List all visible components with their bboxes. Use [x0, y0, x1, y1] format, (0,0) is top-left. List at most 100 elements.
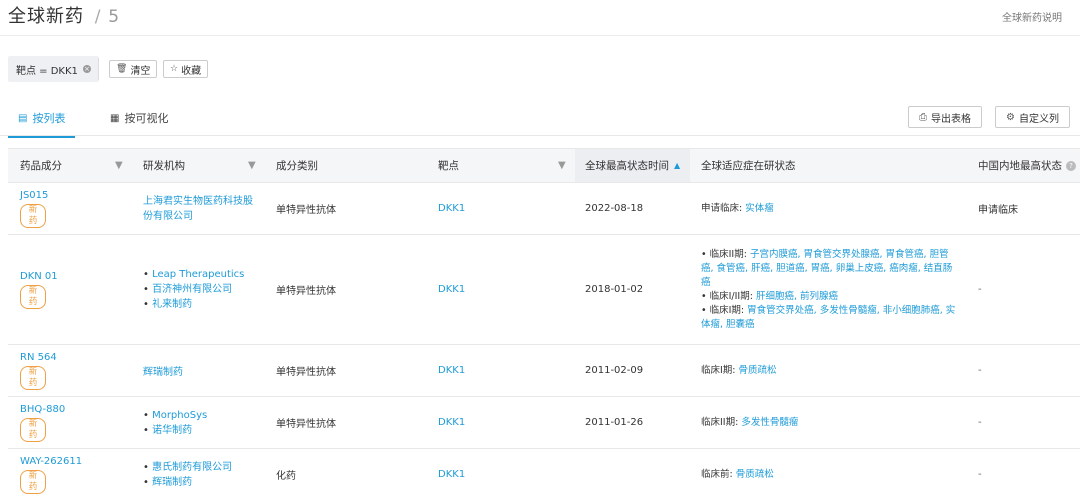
phase-label: 申请临床: — [701, 202, 743, 214]
column-header-date[interactable]: 全球最高状态时间 ▲ — [585, 149, 690, 182]
status-line: 临床前: 骨质疏松 — [701, 468, 774, 482]
drug-table: 药品成分 ▼ 研发机构 ▼ 成分类别 靶点 ▼ 全球最高状态时间 ▲ 全球适应症… — [8, 148, 1080, 500]
date-cell — [585, 449, 695, 500]
indication-link[interactable]: 骨质疏松 — [736, 469, 774, 480]
status-cell: • 临床II期: 子宫内膜癌, 胃食管交界处腺癌, 胃食管癌, 胆管癌, 食管癌… — [701, 235, 956, 344]
org-link[interactable]: 辉瑞制药 — [152, 477, 192, 488]
export-icon: ⎙ — [919, 111, 927, 123]
tab-list-label: 按列表 — [32, 112, 66, 125]
page-title-text: 全球新药 — [8, 6, 84, 27]
drug-cell: JS015 新药 — [20, 183, 130, 234]
date-cell: 2011-02-09 — [585, 365, 644, 376]
org-item: • 辉瑞制药 — [143, 476, 193, 488]
target-link[interactable]: DKK1 — [438, 397, 578, 448]
grid-icon: ▦ — [110, 112, 120, 124]
org-item: • Leap Therapeutics — [143, 269, 245, 280]
page-title: 全球新药 / 5 — [8, 2, 120, 28]
star-icon: ☆ — [170, 64, 179, 74]
status-cell: 临床II期: 多发性骨髓瘤 — [701, 397, 956, 448]
status-line: 申请临床: 实体瘤 — [701, 202, 774, 216]
divider — [98, 58, 99, 80]
title-separator: / — [94, 7, 102, 27]
funnel-icon[interactable]: ▼ — [558, 160, 566, 171]
indication-link[interactable]: 骨质疏松 — [739, 365, 777, 376]
drug-name-link[interactable]: JS015 — [20, 190, 48, 201]
org-link[interactable]: Leap Therapeutics — [152, 269, 244, 280]
settings-icon: ⚙ — [1006, 111, 1015, 123]
drug-name-link[interactable]: BHQ-880 — [20, 404, 65, 415]
org-item: • MorphoSys — [143, 409, 208, 421]
category-cell: 化药 — [276, 471, 296, 482]
status-line: • 临床I期: 胃食管交界处癌, 多发性骨髓瘤, 非小细胞肺癌, 实体瘤, 胆囊… — [701, 304, 956, 330]
org-cell: • Leap Therapeutics • 百济神州有限公司 • 礼来制药 — [143, 235, 273, 344]
org-item: • 礼来制药 — [143, 299, 193, 310]
indication-link[interactable]: 肝细胞癌, 前列腺癌 — [756, 291, 838, 302]
org-item: • 诺华制药 — [143, 424, 193, 436]
status-cell: 临床I期: 骨质疏松 — [701, 345, 956, 396]
new-drug-badge: 新药 — [20, 203, 46, 228]
date-cell: 2018-01-02 — [585, 284, 644, 295]
category-cell: 单特异性抗体 — [276, 205, 336, 216]
drug-cell: DKN 01 新药 — [20, 235, 130, 344]
phase-label: 临床II期: — [709, 248, 747, 260]
target-link[interactable]: DKK1 — [438, 183, 578, 234]
org-link[interactable]: MorphoSys — [152, 410, 207, 421]
favorite-button[interactable]: ☆ 收藏 — [163, 60, 209, 78]
column-header-drug[interactable]: 药品成分 — [20, 149, 130, 182]
org-link[interactable]: 上海君实生物医药科技股份有限公司 — [143, 194, 253, 224]
column-header-global-status[interactable]: 全球适应症在研状态 — [701, 149, 956, 182]
date-cell: 2011-01-26 — [585, 417, 644, 428]
drug-name-link[interactable]: DKN 01 — [20, 271, 58, 282]
export-table-label: 导出表格 — [931, 113, 971, 125]
custom-columns-button[interactable]: ⚙ 自定义列 — [995, 106, 1070, 128]
filter-chip[interactable]: 靶点 = DKK1 × — [8, 56, 99, 82]
phase-label: 临床I/II期: — [709, 290, 753, 302]
sort-icon[interactable]: ▲ — [674, 161, 680, 170]
org-link[interactable]: 惠氏制药有限公司 — [152, 462, 232, 473]
drug-cell: RN 564 新药 — [20, 345, 130, 396]
org-link[interactable]: 礼来制药 — [152, 299, 192, 310]
help-link[interactable]: 全球新药说明 — [1002, 9, 1062, 24]
export-table-button[interactable]: ⎙ 导出表格 — [908, 106, 982, 128]
status-line: • 临床II期: 子宫内膜癌, 胃食管交界处腺癌, 胃食管癌, 胆管癌, 食管癌… — [701, 248, 953, 288]
close-icon[interactable]: × — [82, 65, 91, 73]
org-item: • 百济神州有限公司 — [143, 284, 233, 295]
org-link[interactable]: 辉瑞制药 — [143, 345, 273, 396]
target-link[interactable]: DKK1 — [438, 449, 578, 500]
tab-list[interactable]: ▤ 按列表 — [7, 110, 77, 138]
funnel-icon[interactable]: ▼ — [115, 160, 123, 171]
custom-columns-label: 自定义列 — [1018, 113, 1059, 125]
phase-label: 临床I期: — [701, 364, 736, 376]
tab-visual[interactable]: ▦ 按可视化 — [110, 110, 168, 126]
page-header: 全球新药 / 5 全球新药说明 — [0, 0, 1080, 36]
tab-visual-label: 按可视化 — [124, 112, 169, 125]
clear-button-label: 清空 — [130, 65, 151, 77]
target-link[interactable]: DKK1 — [438, 345, 578, 396]
column-header-target[interactable]: 靶点 — [438, 149, 578, 182]
table-row: JS015 新药 上海君实生物医药科技股份有限公司 单特异性抗体 DKK1 20… — [8, 183, 1080, 235]
category-cell: 单特异性抗体 — [276, 286, 336, 297]
phase-label: 临床前: — [701, 468, 733, 480]
indication-link[interactable]: 多发性骨髓瘤 — [741, 417, 798, 428]
drug-name-link[interactable]: RN 564 — [20, 352, 57, 363]
drug-name-link[interactable]: WAY-262611 — [20, 456, 82, 467]
indication-link[interactable]: 实体瘤 — [745, 203, 774, 214]
new-drug-badge: 新药 — [20, 469, 46, 494]
phase-label: 临床I期: — [709, 304, 745, 316]
column-header-category[interactable]: 成分类别 — [276, 149, 426, 182]
table-header-row: 药品成分 ▼ 研发机构 ▼ 成分类别 靶点 ▼ 全球最高状态时间 ▲ 全球适应症… — [8, 149, 1080, 183]
target-link[interactable]: DKK1 — [438, 235, 578, 344]
new-drug-badge: 新药 — [20, 284, 46, 309]
funnel-icon[interactable]: ▼ — [248, 160, 256, 171]
column-header-china-status[interactable]: 中国内地最高状态 ? — [978, 149, 1078, 182]
new-drug-badge: 新药 — [20, 417, 46, 442]
drug-cell: WAY-262611 新药 — [20, 449, 130, 500]
clear-button[interactable]: 🗑 清空 — [109, 60, 158, 78]
org-link[interactable]: 百济神州有限公司 — [152, 284, 232, 295]
new-drug-badge: 新药 — [20, 365, 46, 390]
china-status-cell: 申请临床 — [978, 205, 1018, 216]
org-link[interactable]: 诺华制药 — [152, 425, 192, 436]
china-status-cell: - — [978, 469, 982, 480]
info-icon[interactable]: ? — [1066, 160, 1076, 171]
status-line: 临床II期: 多发性骨髓瘤 — [701, 416, 798, 430]
